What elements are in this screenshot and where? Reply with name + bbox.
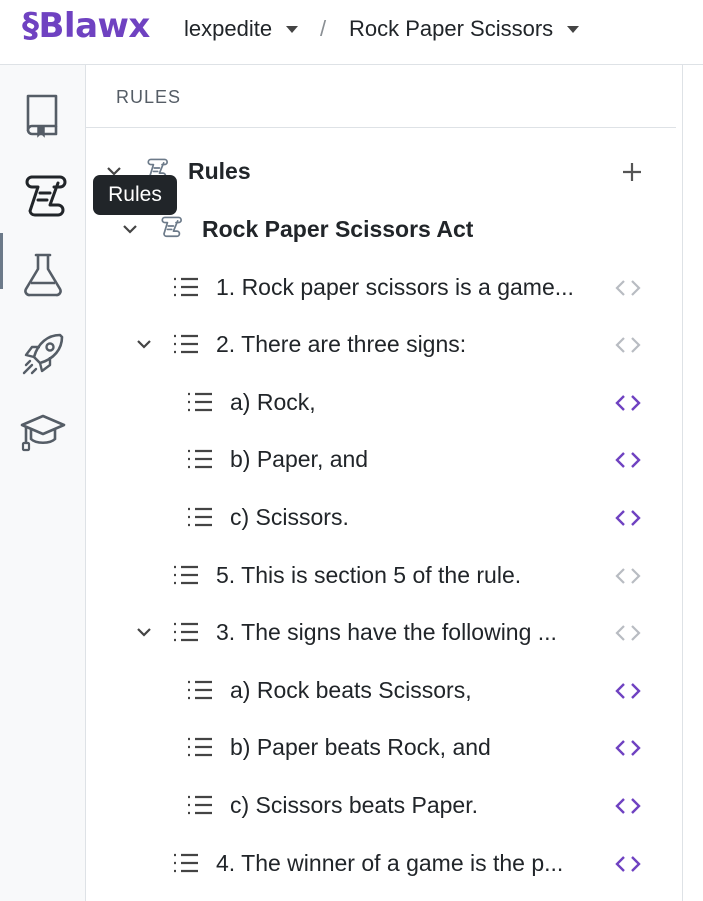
code-icon[interactable] xyxy=(614,565,642,587)
sidebar-item-rules[interactable] xyxy=(18,169,68,219)
sidebar-item-test[interactable] xyxy=(18,249,68,299)
list-icon xyxy=(188,449,212,469)
book-icon xyxy=(26,94,58,138)
code-icon[interactable] xyxy=(614,392,642,414)
tree-item-label: a) Rock beats Scissors, xyxy=(230,677,472,703)
code-icon[interactable] xyxy=(614,277,642,299)
code-icon[interactable] xyxy=(614,334,642,356)
tree-act-label: Rock Paper Scissors Act xyxy=(202,216,474,242)
tree-item-label: 3. The signs have the following ... xyxy=(216,619,557,645)
list-icon xyxy=(174,334,198,354)
plus-icon[interactable] xyxy=(618,161,646,183)
tree-item[interactable]: a) Rock beats Scissors, xyxy=(86,670,646,710)
tree-item[interactable]: c) Scissors. xyxy=(86,497,646,537)
code-icon[interactable] xyxy=(614,853,642,875)
sidebar-item-deploy[interactable] xyxy=(18,329,68,379)
sidebar-item-learn[interactable] xyxy=(18,407,68,457)
tree-item[interactable]: b) Paper beats Rock, and xyxy=(86,727,646,767)
chevron-down-icon[interactable] xyxy=(134,334,154,354)
tree-item-label: c) Scissors beats Paper. xyxy=(230,792,478,818)
tree-item-label: b) Paper beats Rock, and xyxy=(230,734,491,760)
project-dropdown[interactable]: Rock Paper Scissors xyxy=(349,16,580,42)
chevron-down-icon[interactable] xyxy=(134,622,154,642)
code-icon[interactable] xyxy=(614,680,642,702)
tree-item[interactable]: b) Paper, and xyxy=(86,439,646,479)
list-icon xyxy=(174,565,198,585)
tree-item[interactable]: 2. There are three signs: xyxy=(86,324,646,364)
rocket-icon xyxy=(22,333,64,375)
sidebar-item-book[interactable] xyxy=(18,90,68,140)
sidebar-active-indicator xyxy=(0,233,3,289)
tree-item-label: 2. There are three signs: xyxy=(216,331,467,357)
list-icon xyxy=(188,795,212,815)
panel-title: RULES xyxy=(116,87,182,107)
panel-divider xyxy=(682,65,683,901)
tree-item[interactable]: 3. The signs have the following ... xyxy=(86,612,646,652)
list-icon xyxy=(174,277,198,297)
tree-item-label: a) Rock, xyxy=(230,389,316,415)
tree-item[interactable]: c) Scissors beats Paper. xyxy=(86,785,646,825)
tree-root-label: Rules xyxy=(188,158,251,184)
scroll-icon xyxy=(25,175,67,217)
tree-item-label: b) Paper, and xyxy=(230,446,369,472)
panel-header: RULES xyxy=(86,65,676,128)
tree-act[interactable]: Rock Paper Scissors Act xyxy=(86,209,646,249)
tree-item-label: 4. The winner of a game is the p... xyxy=(216,850,564,876)
code-icon[interactable] xyxy=(614,449,642,471)
tree-item[interactable]: 4. The winner of a game is the p... xyxy=(86,843,646,883)
top-bar: §Blawx lexpedite / Rock Paper Scissors xyxy=(0,0,703,65)
tree-item-label: c) Scissors. xyxy=(230,504,349,530)
tree-item-label: 5. This is section 5 of the rule. xyxy=(216,562,522,588)
workspace-dropdown[interactable]: lexpedite xyxy=(184,16,299,42)
caret-down-icon xyxy=(286,25,299,33)
code-icon[interactable] xyxy=(614,622,642,644)
graduation-cap-icon xyxy=(20,414,66,452)
tree-item[interactable]: 5. This is section 5 of the rule. xyxy=(86,555,646,595)
blawx-logo[interactable]: §Blawx xyxy=(22,6,150,46)
tree-item-label: 1. Rock paper scissors is a game... xyxy=(216,274,574,300)
breadcrumb-separator: / xyxy=(320,16,327,41)
list-icon xyxy=(188,507,212,527)
list-icon xyxy=(188,737,212,757)
code-icon[interactable] xyxy=(614,795,642,817)
sidebar-tooltip: Rules xyxy=(93,175,177,215)
chevron-down-icon[interactable] xyxy=(120,219,140,239)
code-icon[interactable] xyxy=(614,507,642,529)
list-icon xyxy=(188,392,212,412)
list-icon xyxy=(188,680,212,700)
caret-down-icon xyxy=(567,25,580,33)
code-icon[interactable] xyxy=(614,737,642,759)
list-icon xyxy=(174,853,198,873)
workspace-name: lexpedite xyxy=(184,16,273,41)
tree-item[interactable]: a) Rock, xyxy=(86,382,646,422)
sidebar xyxy=(0,65,86,901)
flask-icon xyxy=(24,253,62,297)
project-name: Rock Paper Scissors xyxy=(349,16,554,41)
scroll-icon xyxy=(161,216,182,238)
list-icon xyxy=(174,622,198,642)
tree-item[interactable]: 1. Rock paper scissors is a game... xyxy=(86,267,646,307)
